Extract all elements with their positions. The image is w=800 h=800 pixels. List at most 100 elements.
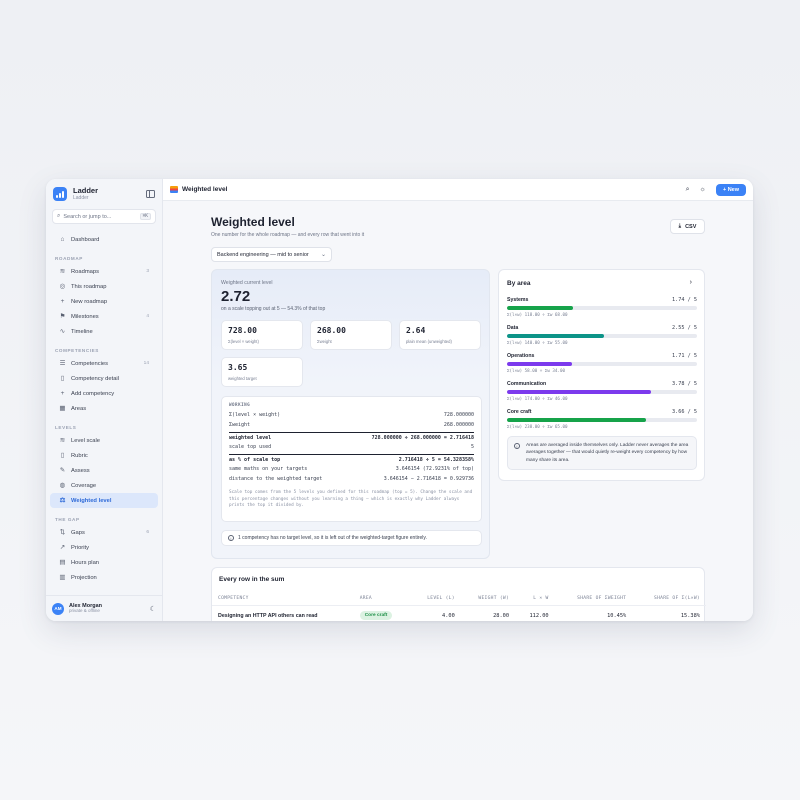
sidebar-item-level-scale[interactable]: ≋ Level scale [50, 433, 158, 448]
page-title: Weighted level [211, 215, 295, 229]
working-value: 728.000000 ÷ 268.000000 = 2.716418 [371, 434, 474, 441]
area-formula: Σ(l×w) 118.00 ÷ Σw 68.00 [507, 312, 568, 317]
avatar[interactable]: AM [52, 602, 64, 615]
sidebar-item-areas[interactable]: ▦ Areas [50, 401, 158, 416]
working-row: same maths on your targets 3.646154 (72.9… [229, 464, 474, 474]
stat-card: 2.64 plain mean (unweighted) [399, 320, 481, 350]
sidebar-item-priority[interactable]: ↗ Priority [50, 540, 158, 555]
area-row[interactable]: Operations 1.71 / 5 Σ(l×w) 58.00 ÷ Σw 34.0… [507, 353, 697, 373]
sidebar-item-timeline[interactable]: ∿ Timeline [50, 324, 158, 339]
new-button-label: New [727, 186, 739, 193]
rows-table-card: Every row in the sum COMPETENCY AREA LEVEL… [211, 567, 706, 621]
pulse-icon: ∿ [59, 328, 66, 335]
area-name: Systems [507, 297, 529, 303]
sidebar-item-label: This roadmap [71, 283, 107, 290]
search-icon: ⌕ [57, 213, 61, 219]
area-row[interactable]: Core craft 3.66 / 5 Σ(l×w) 238.00 ÷ Σw 65.… [507, 409, 697, 429]
area-note: i Areas are averaged inside themselves on… [507, 436, 697, 470]
column-header[interactable]: LEVEL (L) [410, 592, 461, 606]
arrow-right-icon[interactable]: › [690, 279, 692, 286]
sidebar-item-label: Gaps [71, 529, 85, 536]
sidebar-item-assess[interactable]: ✎ Assess [50, 463, 158, 478]
column-header[interactable]: L × W [515, 592, 555, 606]
column-header[interactable]: WEIGHT (W) [460, 592, 516, 606]
column-header[interactable]: SHARE OF ΣWEIGHT [554, 592, 633, 606]
nav-section-title: ROADMAP [55, 256, 83, 261]
weighted-value: 2.72 [221, 288, 251, 305]
working-key: as % of scale top [229, 456, 281, 463]
stat-value: 2.64 [406, 326, 426, 335]
csv-export-button[interactable]: ⤓ CSV [670, 219, 705, 234]
sidebar-item-projection[interactable]: ▥ Projection [50, 570, 158, 585]
sidebar-item-competency-detail[interactable]: ▯ Competency detail [50, 371, 158, 386]
column-header[interactable]: AREA [353, 592, 411, 606]
plus-icon: + [60, 390, 65, 397]
grid-icon: ▦ [59, 405, 66, 412]
arrows-icon: ⇅ [59, 529, 66, 536]
sidebar-item-hours-plan[interactable]: ▤ Hours plan [50, 555, 158, 570]
stat-value: 3.65 [228, 363, 248, 372]
area-row[interactable]: Communication 3.78 / 5 Σ(l×w) 174.00 ÷ Σw … [507, 381, 697, 401]
sidebar-item-add-competency[interactable]: + Add competency [50, 386, 158, 401]
area-note-text: Areas are averaged inside themselves onl… [526, 443, 689, 463]
roadmap-select-value: Backend engineering — mid to senior [217, 251, 309, 258]
sidebar-item-new-roadmap[interactable]: + New roadmap [50, 294, 158, 309]
rows-table: COMPETENCY AREA LEVEL (L) WEIGHT (W) L × W SH… [212, 592, 706, 621]
roadmap-select[interactable]: Backend engineering — mid to senior ⌄ [211, 247, 332, 262]
sidebar-item-milestones[interactable]: ⚑ Milestones 4 [50, 309, 158, 324]
area-name: Communication [507, 381, 547, 387]
working-title: WORKING [229, 402, 251, 407]
theme-moon-icon[interactable]: ☾ [150, 605, 156, 613]
new-button[interactable]: + New [715, 183, 746, 196]
flag-icon: ⚑ [59, 313, 66, 320]
scale-icon: ⚖ [59, 497, 66, 504]
nav-section-title: COMPETENCIES [55, 348, 99, 353]
column-header[interactable]: SHARE OF Σ(L×W) [632, 592, 706, 606]
page-emoji-icon [170, 186, 178, 193]
sidebar-item-label: Assess [71, 467, 90, 474]
sidebar-item-label: Add competency [71, 390, 115, 397]
stat-label: weighted target [228, 376, 257, 381]
area-score: 1.74 / 5 [672, 297, 697, 303]
sidebar-item-dashboard[interactable]: ⌂ Dashboard [50, 232, 158, 247]
area-row[interactable]: Systems 1.74 / 5 Σ(l×w) 118.00 ÷ Σw 68.00 [507, 297, 697, 317]
doc-icon: ▤ [59, 559, 66, 566]
stat-value: 268.00 [317, 326, 346, 335]
area-bar [507, 334, 697, 338]
theme-sun-icon[interactable]: ☼ [700, 186, 706, 193]
search-input[interactable]: ⌕ Search or jump to... ⌘K [52, 209, 156, 224]
cell-competency: Designing an HTTP API others can read [218, 612, 318, 619]
page-subtitle: One number for the whole roadmap — and e… [211, 232, 365, 238]
nav-section-title: LEVELS [55, 425, 77, 430]
working-row: scale top used 5 [229, 442, 474, 452]
sidebar-item-this-roadmap[interactable]: ◎ This roadmap [50, 279, 158, 294]
cell-weight: 28.00 [493, 612, 510, 619]
sidebar-item-label: Roadmaps [71, 268, 100, 275]
app-subtitle: Ladder [73, 195, 89, 202]
info-icon: i [228, 535, 234, 541]
working-row: Σweight 268.000000 [229, 420, 474, 430]
sidebar-item-competencies[interactable]: ☰ Competencies 14 [50, 356, 158, 371]
sidebar-item-label: Hours plan [71, 559, 100, 566]
area-name: Operations [507, 353, 535, 359]
column-header[interactable]: COMPETENCY [212, 592, 354, 606]
working-value: 5 [470, 444, 474, 450]
search-icon[interactable]: ⌕ [686, 186, 690, 194]
working-panel: WORKING Σ(level × weight) 728.000000 Σwei… [221, 396, 482, 522]
area-formula: Σ(l×w) 140.00 ÷ Σw 55.00 [507, 340, 568, 345]
sidebar-item-rubric[interactable]: ▯ Rubric [50, 448, 158, 463]
csv-label: CSV [685, 223, 697, 230]
sidebar-item-label: Weighted level [71, 497, 112, 504]
table-row[interactable]: Designing an HTTP API others can read Co… [212, 606, 706, 622]
stat-label: Σweight [317, 339, 332, 344]
area-bar-fill [507, 306, 574, 310]
area-score: 3.78 / 5 [672, 381, 697, 387]
sidebar-item-roadmaps[interactable]: ≋ Roadmaps 3 [50, 264, 158, 279]
area-badge: Core craft [359, 611, 393, 620]
sidebar-item-gaps[interactable]: ⇅ Gaps 6 [50, 525, 158, 540]
working-value: 728.000000 [443, 412, 474, 418]
sidebar-item-coverage[interactable]: ◍ Coverage [50, 478, 158, 493]
collapse-sidebar-icon[interactable] [146, 190, 155, 198]
area-row[interactable]: Data 2.55 / 5 Σ(l×w) 140.00 ÷ Σw 55.00 [507, 325, 697, 345]
sidebar-item-weighted-level[interactable]: ⚖ Weighted level [50, 493, 158, 508]
